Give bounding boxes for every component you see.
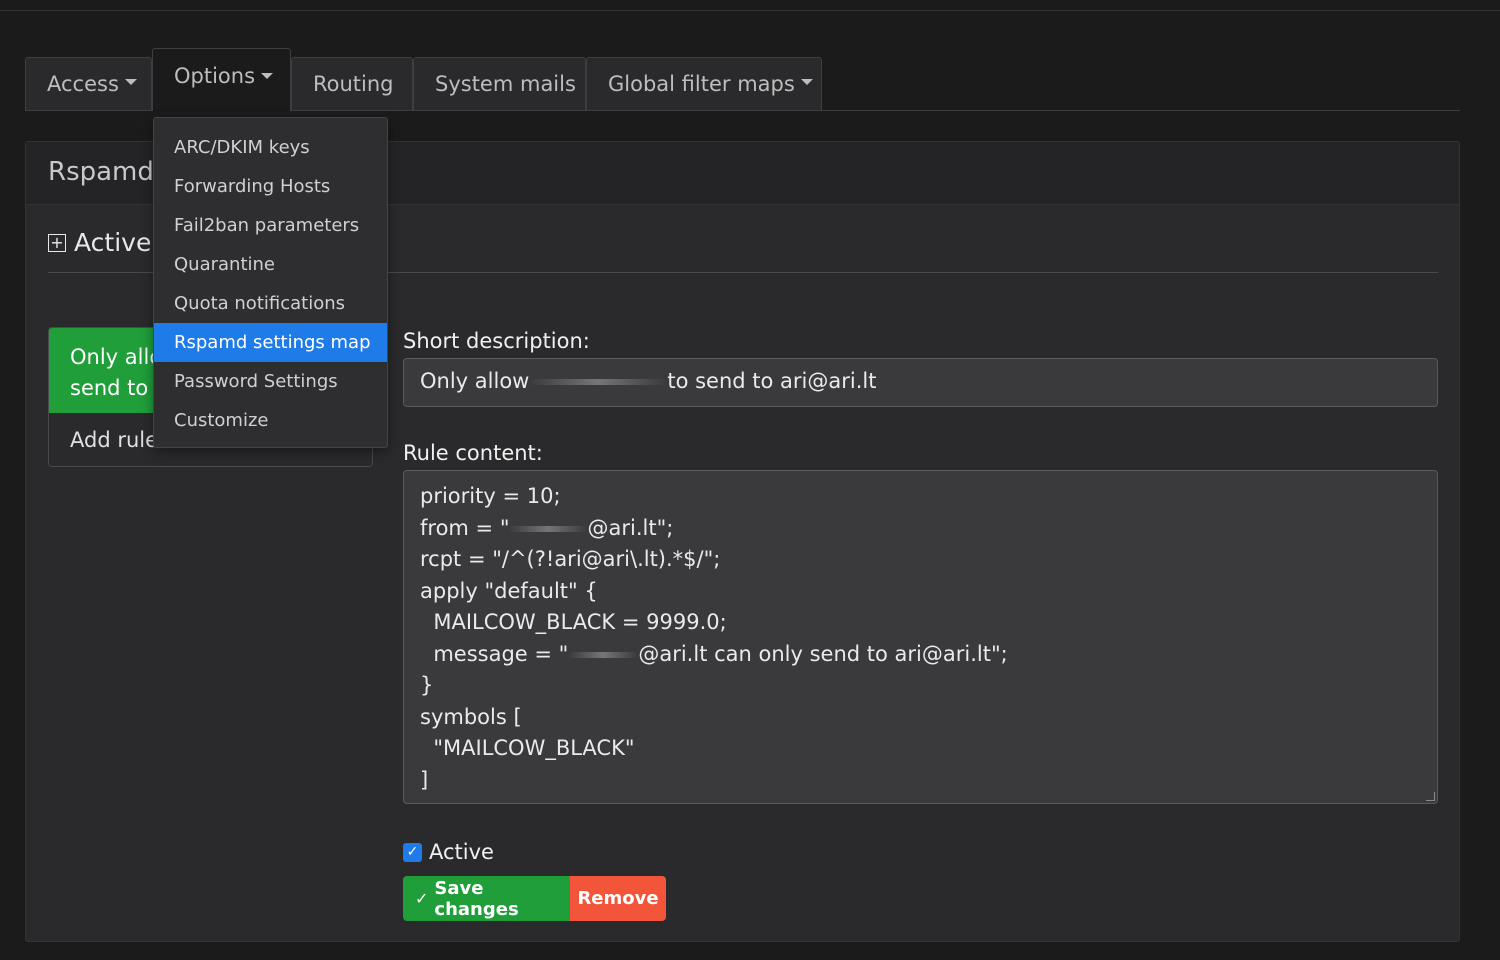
remove-label: Remove	[577, 888, 659, 909]
top-bar	[0, 0, 1500, 11]
menu-item-quota-notifications[interactable]: Quota notifications	[154, 284, 387, 323]
short-description-suffix: to send to ari@ari.lt	[667, 369, 877, 393]
menu-item-arc-dkim-keys[interactable]: ARC/DKIM keys	[154, 128, 387, 167]
short-description-input[interactable]: Only allow to send to ari@ari.lt	[403, 358, 1438, 407]
tab-options-label: Options	[174, 64, 256, 88]
rule-line: "MAILCOW_BLACK"	[420, 736, 635, 760]
action-buttons: ✓ Save changes Remove	[403, 876, 666, 921]
save-changes-label: Save changes	[434, 877, 519, 920]
tab-routing[interactable]: Routing	[291, 57, 413, 110]
active-checkbox[interactable]: ✓	[403, 842, 422, 862]
tab-access-label: Access	[47, 72, 119, 96]
menu-item-customize[interactable]: Customize	[154, 401, 387, 440]
menu-item-rspamd-settings-map[interactable]: Rspamd settings map	[154, 323, 387, 362]
resize-handle-icon[interactable]	[1426, 792, 1435, 801]
menu-item-forwarding-hosts[interactable]: Forwarding Hosts	[154, 167, 387, 206]
chevron-down-icon	[261, 73, 274, 79]
redacted-text	[568, 651, 639, 658]
tab-access[interactable]: Access	[25, 57, 152, 110]
tab-system-mails-label: System mails	[435, 72, 576, 96]
rule-line: apply "default" {	[420, 578, 598, 603]
expand-plus-icon: +	[48, 233, 66, 252]
rule-line: priority = 10;	[420, 484, 561, 508]
menu-item-password-settings[interactable]: Password Settings	[154, 362, 387, 401]
tab-routing-label: Routing	[313, 72, 394, 96]
tab-options[interactable]: Options	[152, 48, 291, 111]
panel-title: Rspamd	[48, 157, 154, 187]
chevron-down-icon	[800, 79, 813, 85]
rule-line: }	[420, 673, 434, 697]
rule-line: MAILCOW_BLACK = 9999.0;	[420, 610, 727, 634]
redacted-text	[509, 525, 588, 532]
check-icon: ✓	[415, 889, 429, 908]
options-dropdown-menu: ARC/DKIM keys Forwarding Hosts Fail2ban …	[153, 117, 388, 448]
rule-content-textarea[interactable]: priority = 10; from = " @ari.lt"; rcpt = "/…	[403, 470, 1438, 804]
tab-global-filter-maps[interactable]: Global filter maps	[586, 57, 822, 110]
add-rule-label: Add rule	[70, 427, 159, 452]
active-section-toggle[interactable]: + Active	[48, 228, 151, 257]
short-description-label: Short description:	[403, 329, 590, 353]
menu-item-quarantine[interactable]: Quarantine	[154, 245, 387, 284]
short-description-prefix: Only allow	[420, 369, 530, 393]
active-checkbox-row: ✓ Active	[403, 840, 494, 864]
chevron-down-icon	[124, 79, 137, 85]
tab-system-mails[interactable]: System mails	[413, 57, 586, 110]
rule-line: symbols [	[420, 704, 522, 729]
rule-line: rcpt = "/^(?!ari@ari\.lt).*$/";	[420, 547, 721, 571]
rule-line: message = " @ari.lt can only send to ari@…	[420, 641, 1008, 666]
save-changes-button[interactable]: ✓ Save changes	[403, 876, 570, 921]
remove-button[interactable]: Remove	[570, 876, 666, 921]
active-checkbox-label: Active	[429, 840, 494, 864]
rule-line: from = " @ari.lt";	[420, 515, 674, 540]
active-section-heading: Active	[74, 228, 152, 257]
menu-item-fail2ban-parameters[interactable]: Fail2ban parameters	[154, 206, 387, 245]
tab-global-filter-maps-label: Global filter maps	[608, 72, 795, 96]
redacted-text	[529, 379, 668, 385]
rule-content-label: Rule content:	[403, 441, 543, 465]
rule-line: ]	[420, 767, 429, 792]
nav-tabs: Access Options Routing System mails Glob…	[25, 48, 1460, 111]
